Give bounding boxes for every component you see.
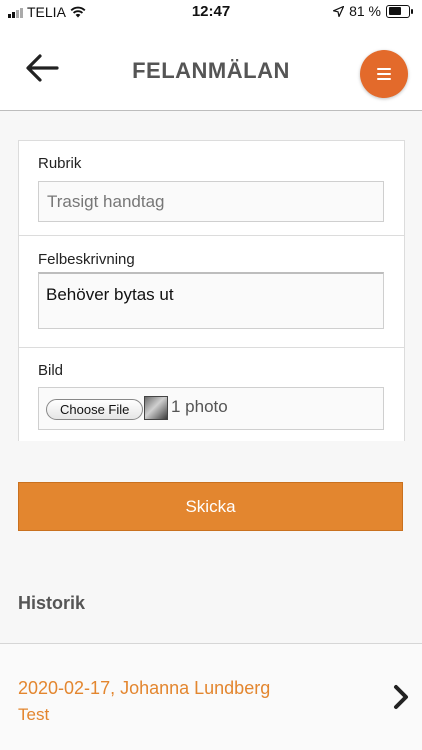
history-item-date-author: 2020-02-17, Johanna Lundberg [18, 678, 271, 698]
image-label: Bild [38, 362, 64, 379]
location-arrow-icon [333, 5, 345, 17]
battery-icon [386, 4, 413, 18]
file-status: 1 photo [171, 397, 228, 416]
description-section: Felbeskrivning Behöver bytas ut [19, 236, 404, 348]
battery-percentage: 81 % [349, 3, 381, 19]
battery-fill [388, 7, 402, 15]
image-file-input[interactable]: Choose File 1 photo [38, 387, 384, 430]
status-bar: TELIA 12:47 81 % [0, 0, 422, 24]
app-header: FELANMÄLAN [0, 24, 422, 111]
history-title: Historik [18, 593, 86, 613]
history-item-subject: Test [18, 705, 50, 724]
description-label: Felbeskrivning [38, 251, 135, 268]
chevron-right-icon [394, 685, 408, 709]
status-right: 81 % [333, 3, 413, 19]
hamburger-menu-icon [377, 68, 391, 83]
page-title: FELANMÄLAN [132, 58, 290, 83]
photo-thumbnail [144, 396, 168, 420]
description-textarea[interactable]: Behöver bytas ut [38, 272, 384, 329]
menu-button[interactable] [360, 50, 408, 98]
report-form: Rubrik Trasigt handtag Felbeskrivning Be… [18, 140, 405, 441]
choose-file-button[interactable]: Choose File [46, 399, 144, 420]
history-list-item[interactable]: 2020-02-17, Johanna Lundberg Test [0, 644, 422, 750]
rubrik-input[interactable]: Trasigt handtag [38, 181, 384, 222]
rubrik-section: Rubrik Trasigt handtag [19, 141, 404, 236]
submit-button[interactable]: Skicka [18, 482, 403, 531]
rubrik-label: Rubrik [38, 155, 82, 172]
